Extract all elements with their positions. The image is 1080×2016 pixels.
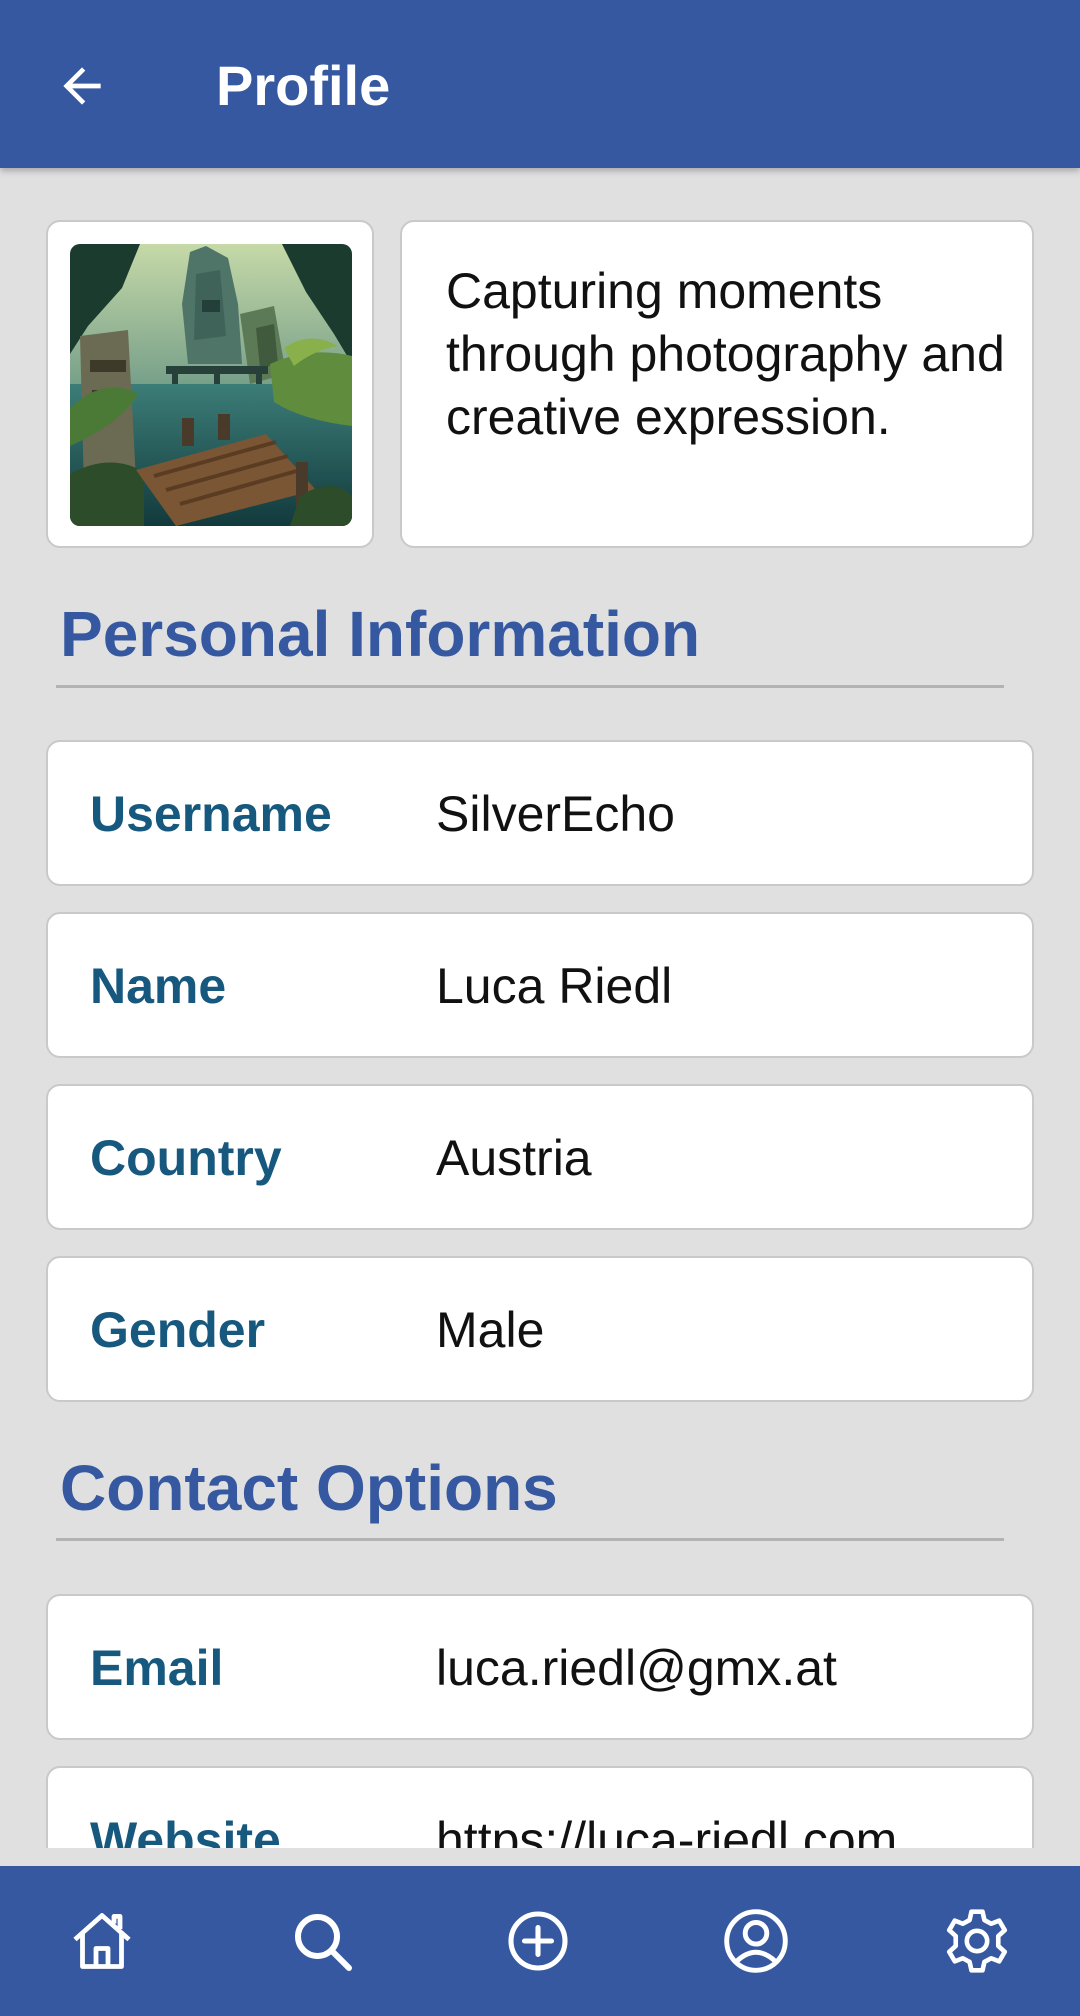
bio-text: Capturing moments through photography an… — [446, 263, 1005, 445]
nav-settings-button[interactable] — [932, 1896, 1022, 1986]
avatar[interactable] — [70, 244, 352, 526]
settings-icon — [946, 1909, 1008, 1973]
bottom-nav — [0, 1866, 1080, 2016]
website-value[interactable]: https://luca-riedl.com — [436, 1808, 897, 1848]
add-circle-icon — [508, 1911, 568, 1971]
profile-icon — [724, 1909, 788, 1973]
gender-value: Male — [436, 1302, 545, 1358]
page-title: Profile — [216, 54, 391, 117]
home-icon — [73, 1913, 131, 1969]
email-value[interactable]: luca.riedl@gmx.at — [436, 1636, 837, 1700]
nav-add-button[interactable] — [493, 1896, 583, 1986]
section-divider — [56, 685, 1004, 688]
username-label: Username — [90, 786, 332, 842]
name-label: Name — [90, 958, 227, 1014]
avatar-card — [46, 220, 374, 548]
country-label: Country — [90, 1130, 282, 1186]
bio-card: Capturing moments through photography an… — [400, 220, 1034, 548]
jungle-temple-landscape-image — [70, 244, 352, 526]
back-button[interactable] — [44, 48, 120, 124]
username-value: SilverEcho — [436, 786, 675, 842]
name-value: Luca Riedl — [436, 958, 673, 1014]
section-divider — [56, 1538, 1004, 1541]
website-row[interactable]: Website https://luca-riedl.com — [46, 1766, 1034, 1848]
website-label: Website — [90, 1812, 281, 1848]
country-value: Austria — [436, 1130, 592, 1186]
profile-content[interactable]: Capturing moments through photography an… — [0, 168, 1080, 1848]
search-icon — [295, 1914, 352, 1971]
name-row: Name Luca Riedl — [46, 912, 1034, 1058]
contact-options-title: Contact Options — [60, 1452, 558, 1524]
personal-information-title: Personal Information — [60, 598, 701, 670]
username-row: Username SilverEcho — [46, 740, 1034, 886]
gender-label: Gender — [90, 1302, 266, 1358]
nav-profile-button[interactable] — [711, 1896, 801, 1986]
email-row[interactable]: Email luca.riedl@gmx.at — [46, 1594, 1034, 1740]
email-label: Email — [90, 1640, 224, 1696]
gender-row: Gender Male — [46, 1256, 1034, 1402]
nav-home-button[interactable] — [57, 1896, 147, 1986]
nav-search-button[interactable] — [277, 1896, 367, 1986]
arrow-left-icon — [63, 67, 101, 105]
app-bar: Profile — [0, 0, 1080, 168]
country-row: Country Austria — [46, 1084, 1034, 1230]
